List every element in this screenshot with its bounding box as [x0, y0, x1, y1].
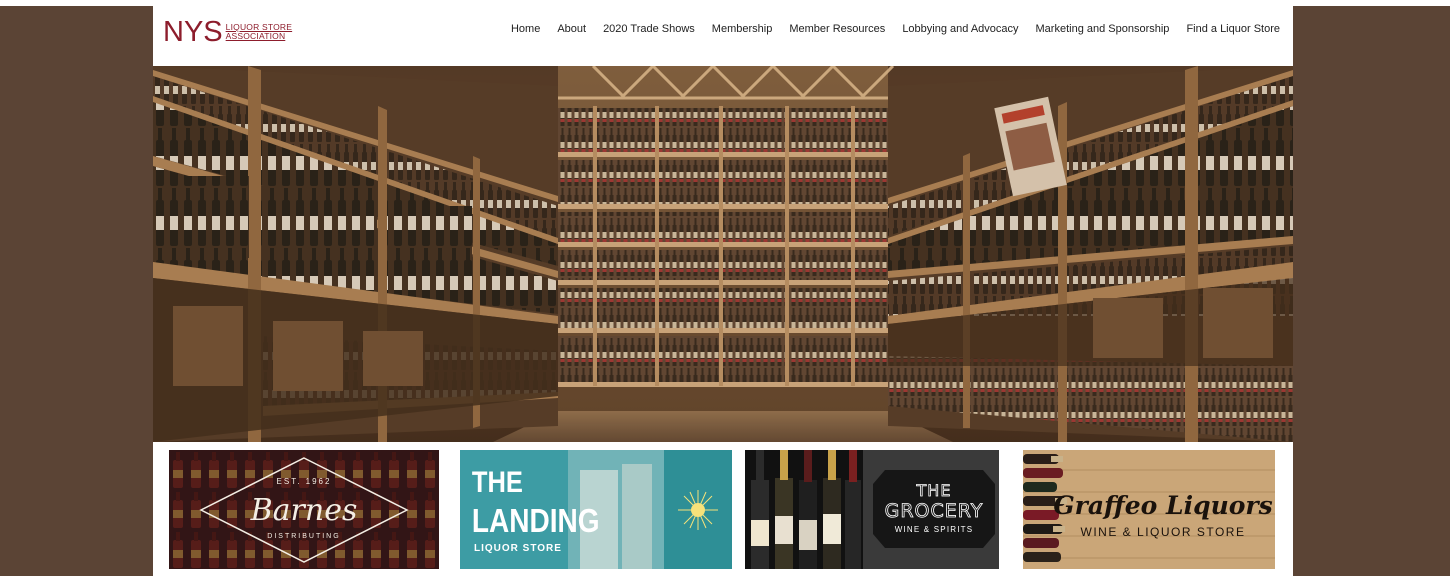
nav-about[interactable]: About [557, 21, 586, 37]
nav-lobbying[interactable]: Lobbying and Advocacy [902, 21, 1018, 37]
site-logo[interactable]: NYS LIQUOR STORE ASSOCIATION [163, 16, 292, 48]
nav-marketing[interactable]: Marketing and Sponsorship [1036, 21, 1170, 37]
logo-nys-text: NYS [163, 16, 223, 48]
barnes-est-text: EST. 1962 [277, 477, 332, 486]
sponsor-graffeo-liquors[interactable]: Graffeo Liquors WINE & LIQUOR STORE [1023, 450, 1275, 569]
site-container: NYS LIQUOR STORE ASSOCIATION Home About … [153, 6, 1293, 576]
nav-trade-shows[interactable]: 2020 Trade Shows [603, 21, 695, 37]
nav-member-resources[interactable]: Member Resources [789, 21, 885, 37]
nav-home[interactable]: Home [511, 21, 540, 37]
sponsor-the-landing[interactable]: THE LANDING LIQUOR STORE [460, 450, 732, 569]
graffeo-sub-text: WINE & LIQUOR STORE [1081, 525, 1246, 539]
grocery-line-3: WINE & SPIRITS [895, 525, 974, 534]
grocery-line-2: GROCERY [885, 500, 984, 522]
sponsor-logos-row: EST. 1962 Barnes DISTRIBUTING THE LANDIN… [153, 442, 1293, 576]
main-navigation: Home About 2020 Trade Shows Membership M… [494, 21, 1280, 37]
sponsor-barnes-distributing[interactable]: EST. 1962 Barnes DISTRIBUTING [169, 450, 439, 569]
browser-viewport: NYS LIQUOR STORE ASSOCIATION Home About … [0, 0, 1450, 576]
hero-image-wine-aisle [153, 66, 1293, 442]
nav-membership[interactable]: Membership [712, 21, 773, 37]
graffeo-name-text: Graffeo Liquors [1053, 491, 1272, 520]
grocery-line-1: THE [916, 481, 952, 500]
logo-subtitle: LIQUOR STORE ASSOCIATION [226, 23, 292, 41]
barnes-name-text: Barnes [250, 493, 358, 528]
nav-find-store[interactable]: Find a Liquor Store [1186, 21, 1280, 37]
landing-line-3: LIQUOR STORE [474, 543, 562, 554]
barnes-sub-text: DISTRIBUTING [267, 533, 340, 540]
site-header: NYS LIQUOR STORE ASSOCIATION Home About … [153, 6, 1293, 66]
sponsor-the-grocery[interactable]: THE GROCERY WINE & SPIRITS [745, 450, 999, 569]
landing-line-2: LANDING [472, 503, 600, 540]
landing-line-1: THE [472, 465, 523, 498]
logo-line-2: ASSOCIATION [225, 31, 286, 41]
